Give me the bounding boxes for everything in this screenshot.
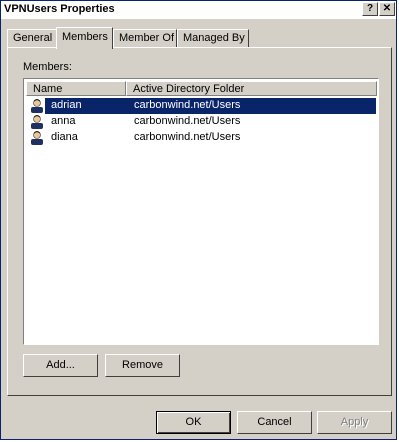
user-icon xyxy=(31,99,43,113)
apply-button[interactable]: Apply xyxy=(317,411,392,434)
list-item[interactable]: diana carbonwind.net/Users xyxy=(27,130,376,146)
member-folder: carbonwind.net/Users xyxy=(134,99,241,111)
remove-button-label: Remove xyxy=(122,359,163,371)
apply-button-label: Apply xyxy=(340,416,369,428)
add-button[interactable]: Add... xyxy=(23,354,98,377)
user-icon xyxy=(31,131,43,145)
close-icon: ✕ xyxy=(382,3,392,14)
list-item[interactable]: anna carbonwind.net/Users xyxy=(27,114,376,130)
cancel-button-label: Cancel xyxy=(257,416,292,428)
tab-managed-by-label: Managed By xyxy=(183,32,245,44)
tab-general[interactable]: General xyxy=(7,29,57,47)
help-button[interactable]: ? xyxy=(362,2,378,16)
cancel-button[interactable]: Cancel xyxy=(237,411,312,434)
column-header-folder-label: Active Directory Folder xyxy=(133,83,245,95)
help-icon: ? xyxy=(366,3,374,14)
tab-general-label: General xyxy=(13,32,53,44)
tab-members-label: Members xyxy=(62,31,108,43)
user-icon xyxy=(31,115,43,129)
member-name: diana xyxy=(51,131,78,143)
member-folder: carbonwind.net/Users xyxy=(134,131,241,143)
member-folder: carbonwind.net/Users xyxy=(134,115,241,127)
tab-managed-by[interactable]: Managed By xyxy=(177,29,249,47)
column-header-name[interactable]: Name xyxy=(26,81,126,96)
members-label: Members: xyxy=(23,61,72,73)
column-header-folder[interactable]: Active Directory Folder xyxy=(126,81,377,96)
member-name: adrian xyxy=(48,99,85,111)
member-name: anna xyxy=(51,115,76,127)
members-list[interactable]: Name Active Directory Folder adrian carb… xyxy=(23,78,379,345)
close-button[interactable]: ✕ xyxy=(379,2,395,16)
tab-members[interactable]: Members xyxy=(56,27,113,49)
remove-button[interactable]: Remove xyxy=(105,354,180,377)
tab-member-of[interactable]: Member Of xyxy=(113,29,177,47)
add-button-label: Add... xyxy=(46,359,75,371)
ok-button-label: OK xyxy=(185,416,202,428)
tab-member-of-label: Member Of xyxy=(119,32,175,44)
window-title: VPNUsers Properties xyxy=(4,3,115,15)
members-panel: Members: Name Active Directory Folder ad… xyxy=(7,47,392,396)
list-item[interactable]: adrian carbonwind.net/Users xyxy=(27,98,376,114)
title-bar[interactable]: VPNUsers Properties ? ✕ xyxy=(1,1,396,19)
column-header-name-label: Name xyxy=(33,83,63,95)
properties-window: VPNUsers Properties ? ✕ General Members … xyxy=(0,0,397,440)
ok-button[interactable]: OK xyxy=(156,411,231,434)
